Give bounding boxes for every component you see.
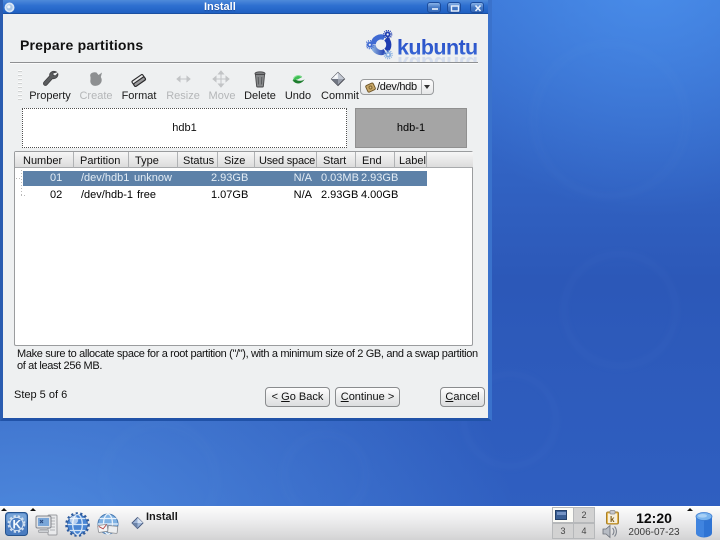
svg-text:k: k [610,515,615,524]
svg-text:K: K [13,518,22,532]
